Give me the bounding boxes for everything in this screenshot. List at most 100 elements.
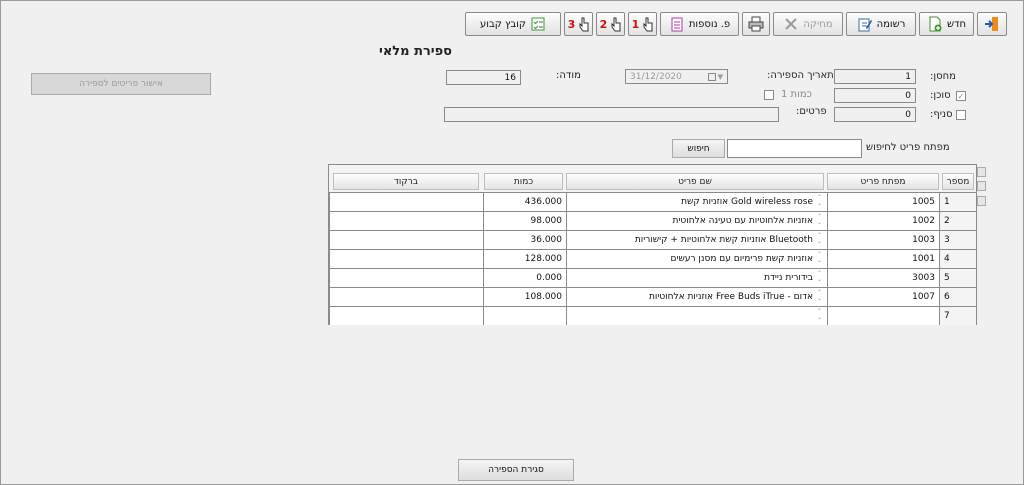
cell-number[interactable]: 7 [939,307,976,325]
cell-item-key-text: 3003 [912,273,935,283]
new-button[interactable]: חדש [919,12,974,36]
cell-quantity[interactable]: 128.000 [483,250,566,268]
agent-field[interactable]: 0 [834,88,916,103]
close-count-button[interactable]: סגירת הספירה [458,459,574,481]
cell-item-name[interactable]: אוזניות אלחוטיות Free Buds iTrue - אדום ⌃… [566,288,827,306]
cell-quantity[interactable]: 36.000 [483,231,566,249]
cell-item-name[interactable]: אוזניות אלחוטיות עם טעינה אלחוטית ⌃ ⌄ [566,212,827,230]
cell-item-name[interactable]: אוזניות קשת Gold wireless rose ⌃ ⌄ [566,193,827,211]
row-up-icon[interactable] [977,181,986,191]
row-spinner-icon[interactable]: ⌃ ⌄ [817,195,822,207]
new-document-icon [927,16,943,32]
exit-button[interactable] [977,12,1007,36]
warehouse-field[interactable]: 1 [834,69,916,84]
edit-pencil-icon[interactable] [977,167,986,177]
row-spinner-icon[interactable]: ⌃ ⌄ [817,252,822,264]
row-attach-icon[interactable] [977,196,986,206]
quantity1-checkbox[interactable] [764,90,774,100]
cell-quantity[interactable]: 0.000 [483,269,566,287]
edit-form-icon [857,16,873,32]
import-fixed-file-button[interactable]: קובץ קבוע [465,12,561,36]
cell-number-text: 3 [944,235,950,245]
version-field[interactable]: 16 [446,70,521,85]
table-row[interactable]: 108.000 אוזניות אלחוטיות Free Buds iTrue … [329,287,976,306]
cell-item-name-text: אוזניות קשת פרימיום עם מסנן רעשים [670,254,813,264]
cell-item-name[interactable]: אוזניות קשת אלחוטיות + קישוריות Bluetoot… [566,231,827,249]
cell-number[interactable]: 1 [939,193,976,211]
cell-item-name[interactable]: אוזניות קשת פרימיום עם מסנן רעשים ⌃ ⌄ [566,250,827,268]
confirm-items-button[interactable]: אישור פריטים לספירה [31,73,211,95]
header-barcode[interactable]: ברקוד [333,173,479,190]
cell-number[interactable]: 4 [939,250,976,268]
branch-field[interactable]: 0 [834,107,916,122]
search-button[interactable]: חיפוש [672,139,725,158]
cell-item-key[interactable]: 1005 [827,193,939,211]
cell-barcode[interactable] [329,307,483,325]
checklist-icon [530,16,546,32]
cell-barcode[interactable] [329,231,483,249]
cell-quantity[interactable]: 98.000 [483,212,566,230]
cell-quantity[interactable]: 436.000 [483,193,566,211]
cell-item-name[interactable]: ⌃ ⌄ [566,307,827,325]
cell-item-key[interactable]: 3003 [827,269,939,287]
page-title: ספירת מלאי [379,44,453,59]
cell-item-name-text: אוזניות אלחוטיות עם טעינה אלחוטית [672,216,814,226]
count-date-label: תאריך הספירה: [767,70,834,81]
tool-1-button[interactable]: 1 [628,12,657,36]
chevron-down-icon[interactable]: ▼ [718,73,723,81]
cell-number[interactable]: 6 [939,288,976,306]
cell-quantity[interactable] [483,307,566,325]
header-number[interactable]: מספר [942,173,974,190]
save-button[interactable]: רשומה [846,12,916,36]
agent-checkbox[interactable]: ✓ [956,91,966,101]
row-spinner-icon[interactable]: ⌃ ⌄ [817,214,822,226]
table-row[interactable]: 128.000 אוזניות קשת פרימיום עם מסנן רעשים… [329,249,976,268]
cell-quantity-text: 436.000 [524,197,562,207]
cell-number[interactable]: 5 [939,269,976,287]
delete-button[interactable]: מחיקה [773,12,843,36]
branch-checkbox[interactable] [956,110,966,120]
cell-number[interactable]: 3 [939,231,976,249]
details-label: פרטים: [796,106,827,117]
cell-number-text: 1 [944,197,950,207]
table-row[interactable]: ⌃ ⌄ 7 [329,306,976,325]
table-row[interactable]: 98.000 אוזניות אלחוטיות עם טעינה אלחוטית ⌃… [329,211,976,230]
cell-barcode[interactable] [329,288,483,306]
table-row[interactable]: 36.000 אוזניות קשת אלחוטיות + קישוריות Bl… [329,230,976,249]
search-input[interactable] [727,139,862,158]
row-spinner-icon[interactable]: ⌃ ⌄ [817,233,822,245]
cell-item-key[interactable]: 1002 [827,212,939,230]
row-spinner-icon[interactable]: ⌃ ⌄ [817,271,822,283]
cell-item-key[interactable]: 1001 [827,250,939,268]
cell-barcode[interactable] [329,212,483,230]
tool-2-number: 2 [599,17,608,31]
cell-item-key[interactable]: 1003 [827,231,939,249]
table-row[interactable]: 436.000 אוזניות קשת Gold wireless rose ⌃ ⌄ 1… [329,192,976,211]
cell-item-name[interactable]: בידורית ניידת ⌃ ⌄ [566,269,827,287]
cell-quantity[interactable]: 108.000 [483,288,566,306]
cell-item-key[interactable]: 1007 [827,288,939,306]
tool-2-button[interactable]: 2 [596,12,625,36]
header-item-key[interactable]: מפתח פריט [827,173,939,190]
hand-pointer-icon [611,16,621,32]
more-functions-button[interactable]: פ. נוספות [660,12,739,36]
cell-item-name-text: אוזניות קשת Gold wireless rose [681,197,813,207]
count-date-field[interactable]: 31/12/2020 ▼ [625,69,728,84]
cell-barcode[interactable] [329,269,483,287]
row-spinner-icon[interactable]: ⌃ ⌄ [817,309,822,321]
cell-barcode[interactable] [329,250,483,268]
cell-item-key[interactable] [827,307,939,325]
search-label: מפתח פריט לחיפוש [866,142,950,153]
row-spinner-icon[interactable]: ⌃ ⌄ [817,290,822,302]
tool-3-button[interactable]: 3 [564,12,593,36]
table-row[interactable]: 0.000 בידורית ניידת ⌃ ⌄ 3003 5 [329,268,976,287]
header-item-name[interactable]: שם פריט [566,173,824,190]
header-quantity[interactable]: כמות [484,173,563,190]
cell-barcode[interactable] [329,193,483,211]
details-field[interactable] [444,107,779,122]
print-button[interactable] [742,12,770,36]
delete-label: מחיקה [803,18,833,30]
date-enable-checkbox[interactable] [707,72,716,81]
more-functions-label: פ. נוספות [688,18,731,30]
cell-number[interactable]: 2 [939,212,976,230]
